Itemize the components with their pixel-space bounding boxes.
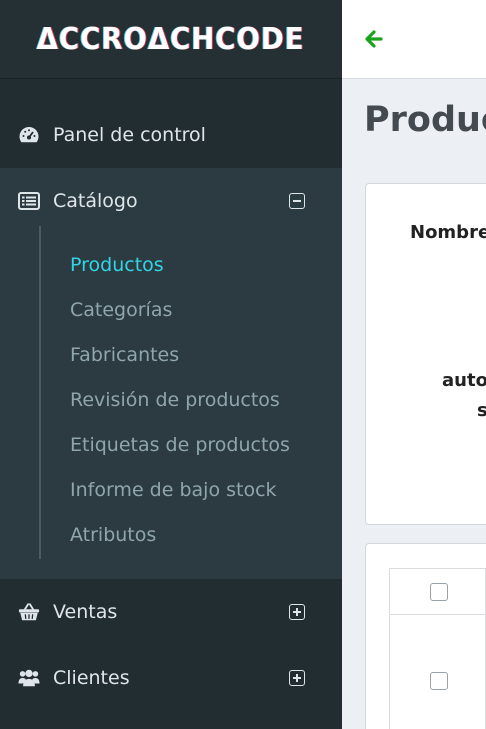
submenu-item-categories[interactable]: Categorías bbox=[70, 287, 342, 332]
sidebar-item-sales[interactable]: Ventas bbox=[0, 579, 342, 645]
dashboard-gauge-icon bbox=[18, 124, 40, 146]
sidebar-item-customers[interactable]: Clientes bbox=[0, 645, 342, 711]
submenu-item-product-reviews[interactable]: Revisión de productos bbox=[70, 377, 342, 422]
sidebar-item-label: Clientes bbox=[53, 667, 130, 689]
brand-logo[interactable]: ΔCCROΔCHCODE bbox=[37, 22, 305, 57]
top-bar bbox=[342, 0, 486, 79]
search-label-fragment: autor bbox=[442, 370, 486, 391]
submenu-item-low-stock-report[interactable]: Informe de bajo stock bbox=[70, 467, 342, 512]
search-card: Nombre autor s bbox=[365, 183, 486, 525]
list-icon bbox=[18, 190, 40, 212]
sidebar: ΔCCROΔCHCODE Panel de control Catálogo P… bbox=[0, 0, 342, 729]
sidebar-item-dashboard[interactable]: Panel de control bbox=[0, 102, 342, 168]
row-checkbox[interactable] bbox=[430, 672, 448, 690]
table-row bbox=[390, 615, 486, 729]
submenu-item-products[interactable]: Productos bbox=[70, 242, 342, 287]
select-all-checkbox[interactable] bbox=[430, 583, 448, 601]
back-arrow-icon[interactable] bbox=[364, 29, 384, 49]
search-column-label: Nombre bbox=[410, 222, 486, 243]
table-header-row bbox=[390, 569, 486, 615]
page-title: Product bbox=[364, 100, 486, 140]
collapse-icon[interactable] bbox=[289, 193, 305, 209]
sidebar-item-label: Catálogo bbox=[53, 190, 138, 212]
search-label-fragment: s bbox=[477, 400, 486, 421]
catalog-section: Catálogo Productos Categorías Fabricante… bbox=[0, 168, 342, 579]
main-content: Product Nombre autor s bbox=[342, 0, 486, 729]
products-table-card bbox=[365, 543, 486, 729]
products-table bbox=[389, 568, 486, 729]
sidebar-item-label: Ventas bbox=[53, 601, 118, 623]
expand-icon[interactable] bbox=[289, 670, 305, 686]
sidebar-item-label: Panel de control bbox=[53, 124, 206, 146]
basket-icon bbox=[18, 601, 40, 623]
sidebar-item-catalog[interactable]: Catálogo bbox=[0, 168, 342, 234]
catalog-submenu: Productos Categorías Fabricantes Revisió… bbox=[39, 226, 342, 559]
submenu-item-product-tags[interactable]: Etiquetas de productos bbox=[70, 422, 342, 467]
users-icon bbox=[18, 667, 40, 689]
submenu-item-attributes[interactable]: Atributos bbox=[70, 512, 342, 557]
submenu-item-manufacturers[interactable]: Fabricantes bbox=[70, 332, 342, 377]
expand-icon[interactable] bbox=[289, 604, 305, 620]
logo-bar: ΔCCROΔCHCODE bbox=[0, 0, 342, 79]
